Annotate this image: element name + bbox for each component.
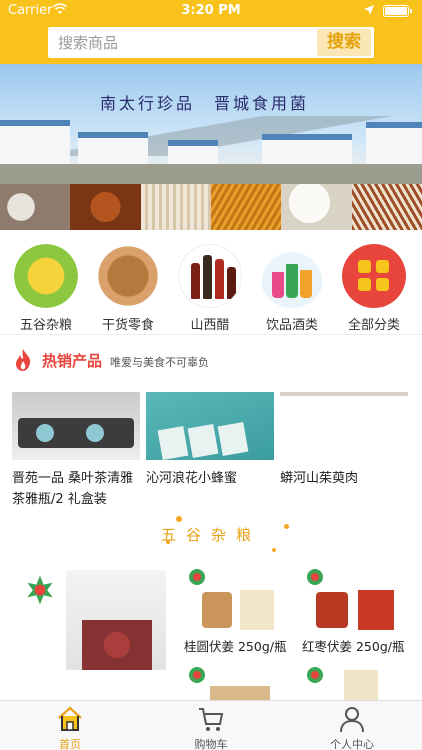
product-image [358, 590, 394, 630]
product-name: 红枣伏姜 250g/瓶 [302, 639, 405, 654]
banner-building [78, 132, 148, 168]
tab-cart[interactable]: 购物车 [141, 701, 281, 750]
hot-section-title: 热销产品 [42, 352, 103, 370]
category-label: 干货零食 [101, 318, 154, 333]
category-row: 五谷杂粮 干货零食 山西醋 饮品酒类 全部分类 [0, 236, 422, 334]
status-bar: Carrier 3:20 PM [0, 0, 422, 22]
category-drinks[interactable]: 饮品酒类 [252, 244, 332, 333]
store-logo-icon [307, 667, 323, 683]
grain-section-title: 五谷杂粮 [160, 526, 261, 544]
product-card[interactable] [180, 566, 290, 632]
product-card[interactable] [298, 566, 408, 632]
category-label: 五谷杂粮 [19, 318, 72, 333]
product-image [316, 592, 348, 628]
home-icon [58, 706, 82, 731]
product-image [202, 592, 232, 628]
category-label: 饮品酒类 [265, 318, 318, 333]
header: Carrier 3:20 PM 搜索 [0, 0, 422, 64]
category-grains[interactable]: 五谷杂粮 [6, 244, 86, 333]
category-vinegar[interactable]: 山西醋 [170, 244, 250, 333]
product-name: 沁河浪花小蜂蜜 [146, 471, 238, 486]
banner-mushroom-strip [0, 184, 422, 230]
location-arrow-icon [364, 5, 374, 15]
product-image [66, 570, 166, 670]
product-card[interactable] [298, 664, 408, 700]
hot-section-subtitle: 唯爱与美食不可辜负 [110, 356, 209, 369]
tab-profile[interactable]: 个人中心 [282, 701, 422, 750]
banner-building [262, 134, 352, 168]
hot-section-header: 热销产品 唯爱与美食不可辜负 [0, 340, 422, 380]
banner-building [366, 122, 422, 168]
product-name: 蟒河山茱萸肉 [280, 471, 359, 486]
product-image [146, 392, 274, 460]
product-image [344, 670, 378, 700]
decor-dot [176, 516, 182, 522]
store-logo-icon [27, 575, 53, 605]
category-label: 全部分类 [347, 318, 400, 333]
store-logo-icon [189, 569, 205, 585]
banner-building [0, 120, 70, 168]
search-button[interactable]: 搜索 [317, 29, 371, 56]
grid-icon [342, 244, 406, 308]
corn-icon [14, 244, 78, 308]
store-logo-icon [189, 667, 205, 683]
category-dried-snacks[interactable]: 干货零食 [88, 244, 168, 333]
divider [0, 334, 422, 335]
category-label: 山西醋 [190, 318, 230, 333]
battery-icon [383, 5, 412, 17]
search-bar: 搜索 [48, 27, 374, 58]
clock: 3:20 PM [181, 3, 241, 18]
app-screen: Carrier 3:20 PM 搜索 南太行珍品 晋城食用菌 [0, 0, 422, 750]
tab-bar: 首页 购物车 个人中心 [0, 700, 422, 750]
flame-icon [16, 349, 31, 371]
product-card[interactable]: 沁河浪花小蜂蜜 [146, 392, 274, 489]
product-image [210, 686, 270, 700]
tab-label: 购物车 [194, 738, 228, 750]
tab-label: 首页 [59, 738, 81, 750]
search-input[interactable] [48, 27, 316, 58]
product-card[interactable]: 晋苑一品 桑叶茶清雅茶雅瓶/2 礼盒装 [12, 392, 140, 510]
user-icon [340, 707, 364, 733]
product-image [280, 392, 408, 460]
category-all[interactable]: 全部分类 [334, 244, 414, 333]
drinks-icon [260, 244, 324, 308]
walnut-icon [96, 244, 160, 308]
product-name: 桂圆伏姜 250g/瓶 [184, 639, 287, 654]
tab-home[interactable]: 首页 [0, 701, 140, 750]
tab-label: 个人中心 [330, 738, 374, 750]
store-logo-icon [307, 569, 323, 585]
grain-featured-card[interactable] [14, 566, 172, 670]
vinegar-icon [178, 244, 242, 308]
promo-banner[interactable]: 南太行珍品 晋城食用菌 [0, 64, 422, 230]
product-card[interactable] [180, 664, 290, 700]
product-image [12, 392, 140, 460]
banner-slogan: 南太行珍品 晋城食用菌 [100, 94, 310, 113]
cart-icon [199, 708, 224, 731]
decor-dot [272, 548, 276, 552]
product-card[interactable]: 蟒河山茱萸肉 [280, 392, 408, 489]
product-name: 晋苑一品 桑叶茶清雅茶雅瓶/2 礼盒装 [12, 471, 134, 507]
product-image [240, 590, 274, 630]
